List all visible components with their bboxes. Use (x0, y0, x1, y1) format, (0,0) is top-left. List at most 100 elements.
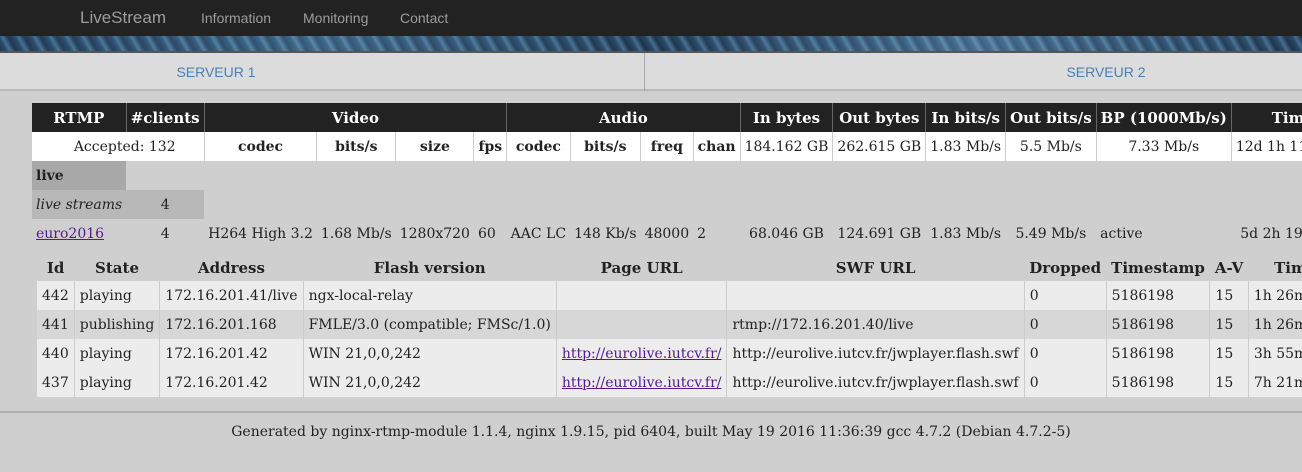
total-time: 12d 1h 11m 44s (1231, 132, 1302, 161)
client-flash-version: WIN 21,0,0,242 (303, 368, 557, 397)
client-page-url-cell: http://eurolive.iutcv.fr/ (556, 339, 728, 368)
sub-video-size: size (395, 132, 475, 161)
client-page-url-link[interactable]: http://eurolive.iutcv.fr/ (562, 375, 722, 391)
client-flash-version: ngx-local-relay (303, 281, 557, 310)
col-state: State (95, 259, 139, 277)
stats-subheader-row: Accepted: 132 codec bits/s size fps code… (32, 132, 1302, 161)
client-id: 442 (37, 281, 75, 310)
col-flash-version: Flash version (373, 259, 486, 277)
total-in-bits: 1.83 Mb/s (925, 132, 1007, 161)
stream-chan: 2 (697, 225, 707, 242)
client-timestamp: 5186198 (1106, 281, 1211, 310)
header-banner (0, 36, 1302, 53)
client-time: 3h 55m 31s (1248, 339, 1302, 368)
stream-in-bits: 1.83 Mb/s (930, 225, 1002, 242)
nav-link-information[interactable]: Information (201, 10, 271, 26)
sub-video-fps: fps (473, 132, 508, 161)
tab-divider (644, 53, 645, 91)
total-out-bytes: 262.615 GB (832, 132, 927, 161)
live-streams-row: live streams 4 (32, 190, 1302, 219)
stream-name-cell: euro2016 (32, 219, 126, 248)
stream-video-codec: H264 High 3.2 (208, 225, 313, 242)
client-row: 442 playing 172.16.201.41/live ngx-local… (37, 281, 1302, 310)
col-swf-url: SWF URL (835, 259, 916, 277)
header-clients: #clients (126, 103, 205, 132)
application-name: live (32, 161, 127, 190)
stream-fps: 60 (477, 225, 496, 242)
tab-serveur-1[interactable]: SERVEUR 1 (0, 53, 432, 91)
header-out-bits: Out bits/s (1005, 103, 1097, 132)
sub-video-bits: bits/s (316, 132, 397, 161)
client-state: publishing (74, 310, 161, 339)
client-address: 172.16.201.42 (159, 339, 304, 368)
stream-freq: 48000 (644, 225, 690, 242)
brand-link[interactable]: LiveStream (80, 8, 166, 28)
nav-link-monitoring[interactable]: Monitoring (303, 10, 368, 26)
client-swf-url: http://eurolive.iutcv.fr/jwplayer.flash.… (726, 368, 1025, 397)
client-dropped: 0 (1024, 310, 1107, 339)
stream-name-link[interactable]: euro2016 (36, 226, 104, 242)
client-state: playing (74, 368, 161, 397)
client-state: playing (74, 281, 161, 310)
rtmp-stats-table: RTMP #clients Video Audio In bytes Out b… (32, 103, 1302, 248)
sub-audio-freq: freq (640, 132, 694, 161)
nav-link-contact[interactable]: Contact (400, 10, 448, 26)
footer-divider (0, 411, 1302, 413)
stream-out-bits: 5.49 Mb/s (1015, 225, 1087, 242)
header-in-bytes: In bytes (740, 103, 834, 132)
col-id: Id (46, 259, 65, 277)
header-out-bytes: Out bytes (832, 103, 927, 132)
client-swf-url: rtmp://172.16.201.40/live (726, 310, 1025, 339)
client-timestamp: 5186198 (1106, 368, 1211, 397)
col-dropped: Dropped (1029, 259, 1102, 277)
total-in-bytes: 184.162 GB (740, 132, 834, 161)
stream-time: 5d 2h 19m 49s (1240, 225, 1302, 242)
client-address: 172.16.201.41/live (159, 281, 304, 310)
col-page-url: Page URL (600, 259, 683, 277)
stream-size: 1280x720 (399, 225, 470, 242)
client-address: 172.16.201.42 (159, 368, 304, 397)
client-id: 437 (37, 368, 75, 397)
tab-serveur-2[interactable]: SERVEUR 2 (870, 53, 1302, 91)
client-row: 440 playing 172.16.201.42 WIN 21,0,0,242… (37, 339, 1302, 368)
stream-audio-bits: 148 Kb/s (574, 225, 637, 242)
col-time: Time (1274, 259, 1302, 277)
stream-in-bytes: 68.046 GB (749, 225, 824, 242)
sub-audio-chan: chan (693, 132, 741, 161)
application-row: live (32, 161, 1302, 190)
header-in-bits: In bits/s (925, 103, 1007, 132)
clients-table: Id State Address Flash version Page URL … (37, 255, 1302, 397)
header-rtmp: RTMP (32, 103, 127, 132)
client-state: playing (74, 339, 161, 368)
client-address: 172.16.201.168 (159, 310, 304, 339)
client-page-url-link[interactable]: http://eurolive.iutcv.fr/ (562, 346, 722, 362)
server-tabs: SERVEUR 1 SERVEUR 2 (0, 53, 1302, 91)
total-out-bits: 5.5 Mb/s (1005, 132, 1097, 161)
client-av: 15 (1209, 368, 1249, 397)
client-dropped: 0 (1024, 339, 1107, 368)
stream-state: active (1100, 225, 1143, 242)
col-timestamp: Timestamp (1111, 259, 1205, 277)
client-flash-version: WIN 21,0,0,242 (303, 339, 557, 368)
client-row: 437 playing 172.16.201.42 WIN 21,0,0,242… (37, 368, 1302, 397)
stream-audio-codec: AAC LC (510, 225, 567, 242)
header-audio: Audio (506, 103, 741, 132)
accepted-count: Accepted: 132 (32, 132, 205, 161)
stream-row: euro2016 4 H264 High 3.2 1.68 Mb/s 1280x… (32, 219, 1302, 248)
header-video: Video (204, 103, 508, 132)
sub-video-codec: codec (204, 132, 318, 161)
total-bp: 7.33 Mb/s (1096, 132, 1232, 161)
client-swf-url: http://eurolive.iutcv.fr/jwplayer.flash.… (726, 339, 1025, 368)
col-av: A-V (1214, 259, 1244, 277)
header-bp: BP (1000Mb/s) (1096, 103, 1232, 132)
sub-audio-bits: bits/s (570, 132, 642, 161)
client-time: 1h 26m 27s (1248, 310, 1302, 339)
client-av: 15 (1209, 281, 1249, 310)
client-id: 440 (37, 339, 75, 368)
footer-text: Generated by nginx-rtmp-module 1.1.4, ng… (231, 424, 1071, 440)
client-flash-version: FMLE/3.0 (compatible; FMSc/1.0) (303, 310, 557, 339)
stream-out-bytes: 124.691 GB (837, 225, 922, 242)
client-page-url (556, 281, 728, 310)
client-timestamp: 5186198 (1106, 339, 1211, 368)
client-id: 441 (37, 310, 75, 339)
